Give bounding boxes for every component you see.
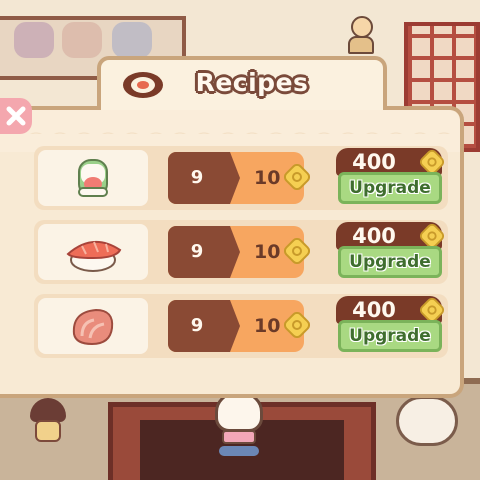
dish-cell xyxy=(38,224,148,280)
level-progress: 9 10 xyxy=(168,226,310,278)
title-tab: Recipes xyxy=(97,56,387,110)
lucky-cat-statue xyxy=(396,396,458,446)
page-title: Recipes xyxy=(195,68,309,97)
upgrade-control[interactable]: 400 Upgrade xyxy=(334,294,446,358)
level-progress: 9 10 xyxy=(168,300,310,352)
dish-cell xyxy=(38,150,148,206)
recipe-row: 9 10 400 Upgrade xyxy=(34,220,448,284)
upgrade-control[interactable]: 400 Upgrade xyxy=(334,220,446,284)
current-level: 9 xyxy=(190,241,204,262)
upgrade-button[interactable]: Upgrade xyxy=(338,172,442,204)
shelf-decoration xyxy=(62,22,102,58)
recipe-row: 9 10 400 Upgrade xyxy=(34,294,448,358)
recipe-row: 9 10 400 Upgrade xyxy=(34,146,448,210)
current-level: 9 xyxy=(190,315,204,336)
dish-cell xyxy=(38,298,148,354)
shelf-decoration xyxy=(14,22,54,58)
level-progress: 9 10 xyxy=(168,152,310,204)
upgrade-button[interactable]: Upgrade xyxy=(338,320,442,352)
upgrade-control[interactable]: 400 Upgrade xyxy=(334,146,446,210)
current-level: 9 xyxy=(190,167,204,188)
upgrade-button[interactable]: Upgrade xyxy=(338,246,442,278)
close-button[interactable] xyxy=(0,98,32,134)
kokeshi-doll xyxy=(28,398,68,446)
monk-figurine xyxy=(348,16,376,56)
shelf-decoration xyxy=(112,22,152,58)
bunny-chef-character[interactable] xyxy=(212,392,266,456)
